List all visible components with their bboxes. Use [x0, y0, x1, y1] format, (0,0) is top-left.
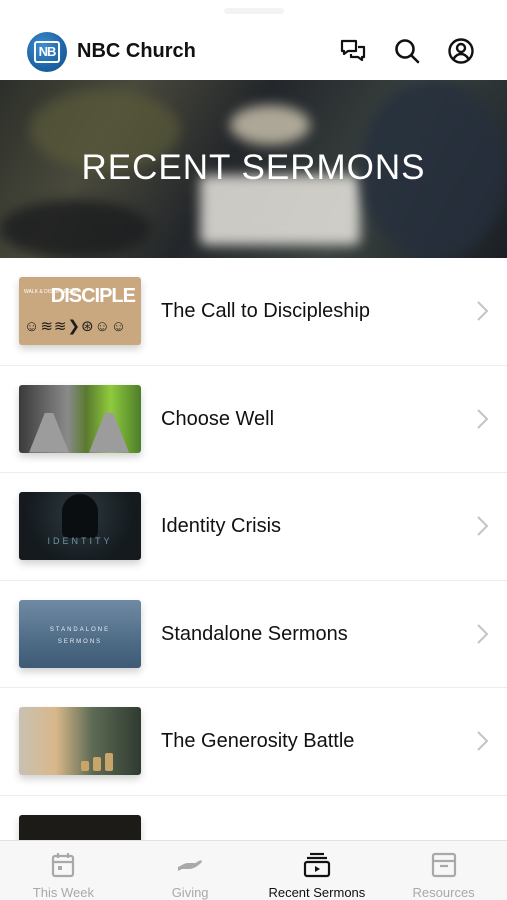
- sermon-title: Choose Well: [161, 407, 275, 430]
- sermon-thumbnail: STANDALONE SERMONS: [19, 599, 141, 668]
- sermon-row-partial[interactable]: [0, 795, 507, 840]
- tab-recent-sermons[interactable]: Recent Sermons: [254, 841, 381, 900]
- thumbnail-glyphs: ☺≋≋❯⊛☺☺: [24, 318, 128, 335]
- sermon-row-standalone-sermons[interactable]: STANDALONE SERMONS Standalone Sermons: [0, 580, 507, 688]
- sermon-row-generosity-battle[interactable]: The Generosity Battle: [0, 688, 507, 796]
- tab-this-week[interactable]: This Week: [0, 841, 127, 900]
- bottom-tab-bar: This Week Giving Recent Sermons Resource…: [0, 840, 507, 900]
- sermon-thumbnail: WALK & DISCIPLESHIP DISCIPLE ☺≋≋❯⊛☺☺: [19, 277, 141, 345]
- sermon-thumbnail: [19, 814, 141, 840]
- thumbnail-road-shape: [29, 412, 69, 453]
- thumbnail-road-shape: [89, 412, 129, 453]
- sermon-title: The Call to Discipleship: [161, 300, 370, 322]
- sermon-thumbnail: [19, 384, 141, 453]
- thumbnail-line-1: STANDALONE: [49, 626, 111, 633]
- chevron-right-icon: [477, 731, 489, 751]
- hero-title: RECENT SERMONS: [81, 148, 426, 187]
- thumbnail-figure-shape: [62, 494, 98, 538]
- thumbnail-coin-shape: [105, 753, 113, 771]
- sermon-thumbnail: IDENTITY: [19, 492, 141, 560]
- search-icon[interactable]: [392, 36, 422, 66]
- thumbnail-line-2: SERMONS: [57, 638, 103, 645]
- sermon-thumbnail: [19, 707, 141, 775]
- tab-label: Resources: [412, 885, 475, 900]
- thumbnail-title-text: STANDALONE SERMONS: [19, 624, 141, 648]
- sermon-row-call-to-discipleship[interactable]: WALK & DISCIPLESHIP DISCIPLE ☺≋≋❯⊛☺☺ The…: [0, 258, 507, 366]
- thumbnail-coin-shape: [81, 761, 89, 771]
- account-icon[interactable]: [446, 36, 476, 66]
- hero-bg-shape: [0, 200, 150, 258]
- chevron-right-icon: [477, 301, 489, 321]
- chevron-right-icon: [477, 516, 489, 536]
- thumbnail-title-text: DISCIPLE: [50, 285, 136, 307]
- sermon-title: Identity Crisis: [161, 515, 282, 537]
- chevron-right-icon: [477, 408, 489, 429]
- hero-bg-shape: [230, 105, 310, 145]
- tab-label: Giving: [171, 885, 209, 900]
- sermon-title: The Generosity Battle: [161, 730, 355, 752]
- video-playlist-icon: [303, 851, 331, 879]
- app-title: NBC Church: [77, 40, 196, 62]
- chat-icon[interactable]: [338, 36, 368, 66]
- chevron-right-icon: [477, 623, 489, 644]
- app-header: NB NBC Church: [0, 0, 507, 80]
- calendar-icon: [49, 851, 77, 879]
- tab-label: This Week: [32, 885, 94, 900]
- archive-box-icon: [430, 851, 458, 879]
- tab-resources[interactable]: Resources: [380, 841, 507, 900]
- hero-banner: RECENT SERMONS: [0, 80, 507, 258]
- thumbnail-coin-shape: [93, 757, 101, 771]
- thumbnail-title-text: IDENTITY: [47, 536, 113, 546]
- tab-label: Recent Sermons: [268, 885, 366, 900]
- sermon-row-identity-crisis[interactable]: IDENTITY Identity Crisis: [0, 473, 507, 581]
- sermon-list: WALK & DISCIPLESHIP DISCIPLE ☺≋≋❯⊛☺☺ The…: [0, 258, 507, 840]
- church-logo[interactable]: NB: [27, 32, 67, 72]
- giving-hand-icon: [176, 851, 204, 879]
- tab-giving[interactable]: Giving: [127, 841, 254, 900]
- status-indicator: [224, 8, 284, 14]
- logo-mark: NB: [34, 41, 60, 63]
- sermon-row-choose-well[interactable]: Choose Well: [0, 365, 507, 473]
- sermon-title: Standalone Sermons: [161, 622, 348, 645]
